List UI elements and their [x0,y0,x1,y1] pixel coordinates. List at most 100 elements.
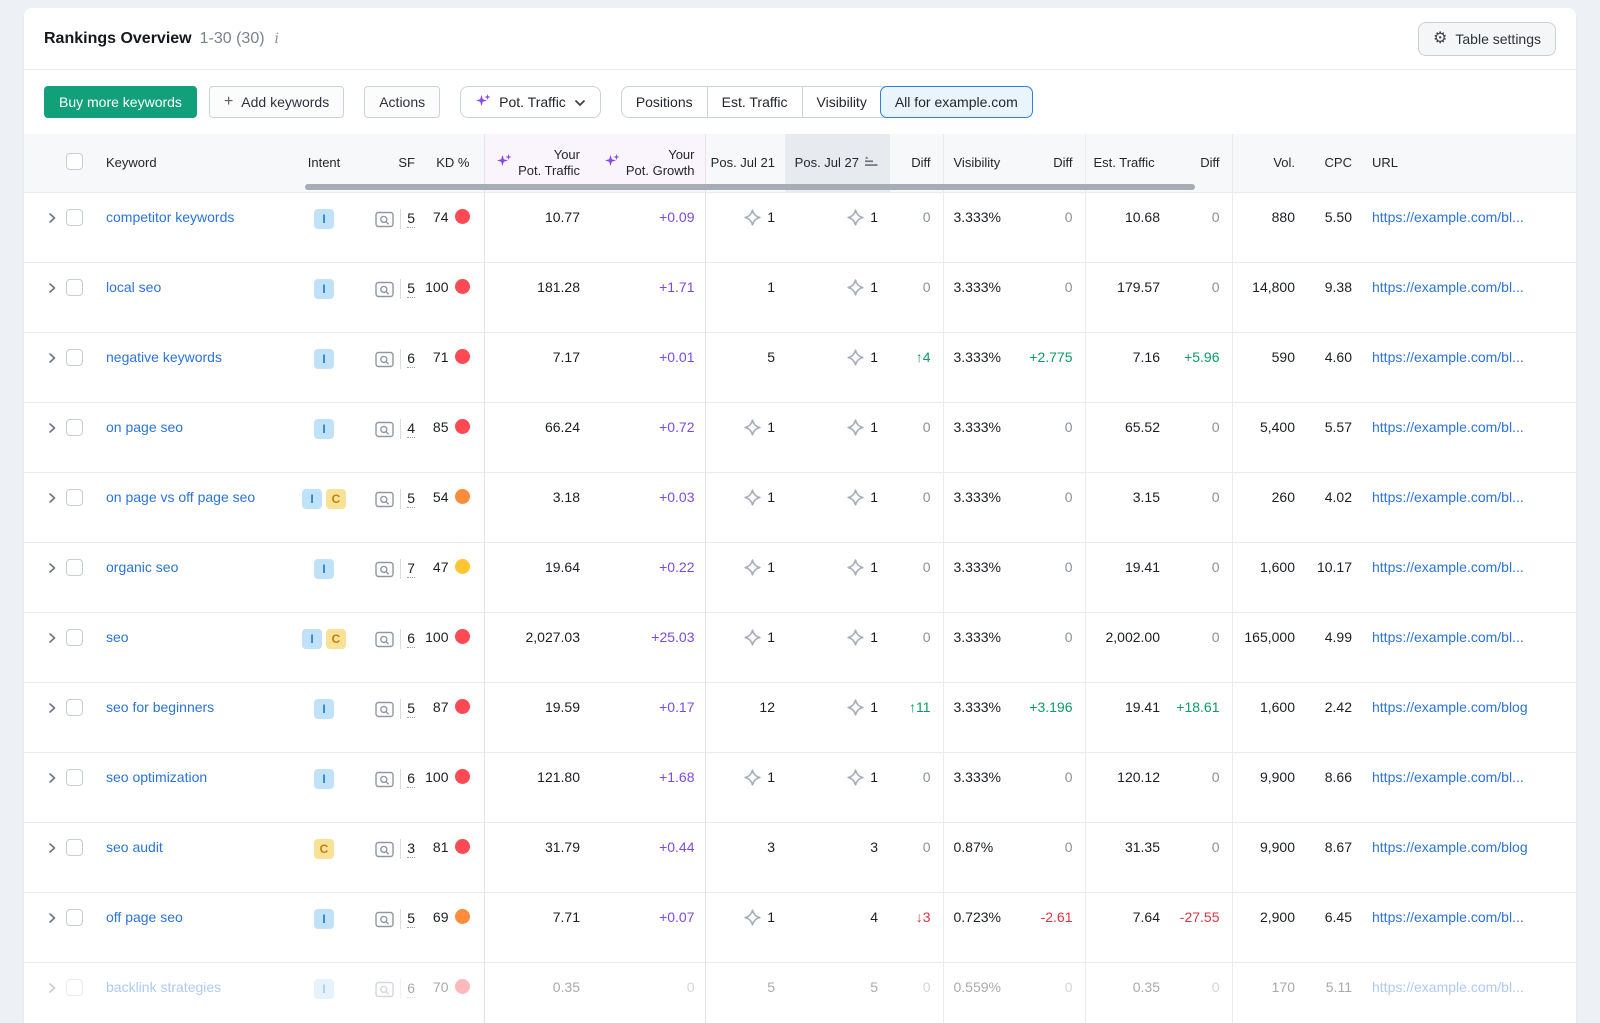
sf-count[interactable]: 6 [407,769,415,788]
serp-features-icon[interactable] [375,561,394,578]
chevron-right-icon[interactable] [46,491,58,507]
serp-features-icon[interactable] [375,771,394,788]
sf-count[interactable]: 5 [407,489,415,508]
chevron-right-icon[interactable] [46,421,58,437]
row-checkbox[interactable] [66,209,83,226]
col-header-url[interactable]: URL [1364,134,1576,192]
keyword-link[interactable]: backlink strategies [106,979,221,995]
chevron-right-icon[interactable] [46,631,58,647]
keyword-link[interactable]: negative keywords [106,349,222,365]
table-settings-button[interactable]: ⚙ Table settings [1418,22,1556,56]
chevron-right-icon[interactable] [46,701,58,717]
url-link[interactable]: https://example.com/bl... [1372,489,1524,505]
keyword-link[interactable]: seo for beginners [106,699,214,715]
serp-features-icon[interactable] [375,701,394,718]
segment-visibility[interactable]: Visibility [802,87,881,117]
sf-count[interactable]: 5 [407,209,415,228]
keyword-link[interactable]: organic seo [106,559,178,575]
row-checkbox[interactable] [66,489,83,506]
sf-count[interactable]: 5 [407,909,415,928]
chevron-right-icon[interactable] [46,841,58,857]
serp-features-icon[interactable] [375,631,394,648]
row-checkbox[interactable] [66,909,83,926]
sf-count[interactable]: 5 [407,699,415,718]
serp-features-icon[interactable] [375,211,394,228]
segment-positions[interactable]: Positions [622,87,707,117]
serp-features-icon[interactable] [375,421,394,438]
row-checkbox[interactable] [66,769,83,786]
intent-badge-i[interactable]: I [302,489,322,509]
serp-features-icon[interactable] [375,981,394,998]
select-all-checkbox[interactable] [66,153,83,170]
intent-badge-i[interactable]: I [314,349,334,369]
url-link[interactable]: https://example.com/blog [1372,699,1528,715]
url-link[interactable]: https://example.com/bl... [1372,979,1524,995]
info-icon[interactable]: i [273,31,279,47]
horizontal-scrollbar[interactable] [305,184,1195,190]
row-checkbox[interactable] [66,699,83,716]
intent-badge-i[interactable]: I [314,279,334,299]
actions-button[interactable]: Actions [364,86,440,118]
serp-features-icon[interactable] [375,911,394,928]
url-link[interactable]: https://example.com/bl... [1372,419,1524,435]
intent-badge-c[interactable]: C [314,839,334,859]
keyword-link[interactable]: seo [106,629,129,645]
sf-count[interactable]: 5 [407,279,415,298]
row-checkbox[interactable] [66,839,83,856]
row-checkbox[interactable] [66,629,83,646]
row-checkbox[interactable] [66,349,83,366]
segment-all-for-example-com[interactable]: All for example.com [880,86,1033,118]
intent-badge-i[interactable]: I [314,209,334,229]
intent-badge-i[interactable]: I [302,629,322,649]
intent-badge-i[interactable]: I [314,979,334,999]
url-link[interactable]: https://example.com/blog [1372,839,1528,855]
col-header-volume[interactable]: Vol. [1232,134,1307,192]
keyword-link[interactable]: competitor keywords [106,209,234,225]
url-link[interactable]: https://example.com/bl... [1372,909,1524,925]
url-link[interactable]: https://example.com/bl... [1372,769,1524,785]
col-header-keyword[interactable]: Keyword [94,134,294,192]
sf-count[interactable]: 3 [407,839,415,858]
intent-badge-c[interactable]: C [326,629,346,649]
serp-features-icon[interactable] [375,841,394,858]
keyword-link[interactable]: seo audit [106,839,163,855]
chevron-right-icon[interactable] [46,351,58,367]
serp-features-icon[interactable] [375,281,394,298]
row-checkbox[interactable] [66,419,83,436]
chevron-right-icon[interactable] [46,211,58,227]
segment-est-traffic[interactable]: Est. Traffic [707,87,802,117]
row-checkbox[interactable] [66,279,83,296]
buy-more-keywords-button[interactable]: Buy more keywords [44,86,197,118]
row-checkbox[interactable] [66,559,83,576]
keyword-link[interactable]: local seo [106,279,161,295]
chevron-right-icon[interactable] [46,281,58,297]
sf-count[interactable]: 4 [407,419,415,438]
row-checkbox[interactable] [66,979,83,996]
url-link[interactable]: https://example.com/bl... [1372,279,1524,295]
keyword-link[interactable]: on page seo [106,419,183,435]
chevron-right-icon[interactable] [46,911,58,927]
chevron-right-icon[interactable] [46,771,58,787]
keyword-link[interactable]: seo optimization [106,769,207,785]
intent-badge-i[interactable]: I [314,419,334,439]
intent-badge-i[interactable]: I [314,559,334,579]
url-link[interactable]: https://example.com/bl... [1372,209,1524,225]
add-keywords-button[interactable]: + Add keywords [209,86,344,118]
col-header-cpc[interactable]: CPC [1307,134,1364,192]
chevron-right-icon[interactable] [46,981,58,997]
keyword-link[interactable]: off page seo [106,909,183,925]
serp-features-icon[interactable] [375,351,394,368]
url-link[interactable]: https://example.com/bl... [1372,349,1524,365]
sf-count[interactable]: 6 [407,349,415,368]
serp-features-icon[interactable] [375,491,394,508]
url-link[interactable]: https://example.com/bl... [1372,629,1524,645]
intent-badge-c[interactable]: C [326,489,346,509]
intent-badge-i[interactable]: I [314,699,334,719]
intent-badge-i[interactable]: I [314,769,334,789]
chevron-right-icon[interactable] [46,561,58,577]
metric-dropdown[interactable]: Pot. Traffic [460,86,601,118]
keyword-link[interactable]: on page vs off page seo [106,489,255,505]
intent-badge-i[interactable]: I [314,909,334,929]
sf-count[interactable]: 6 [407,629,415,648]
sf-count[interactable]: 6 [407,979,415,998]
